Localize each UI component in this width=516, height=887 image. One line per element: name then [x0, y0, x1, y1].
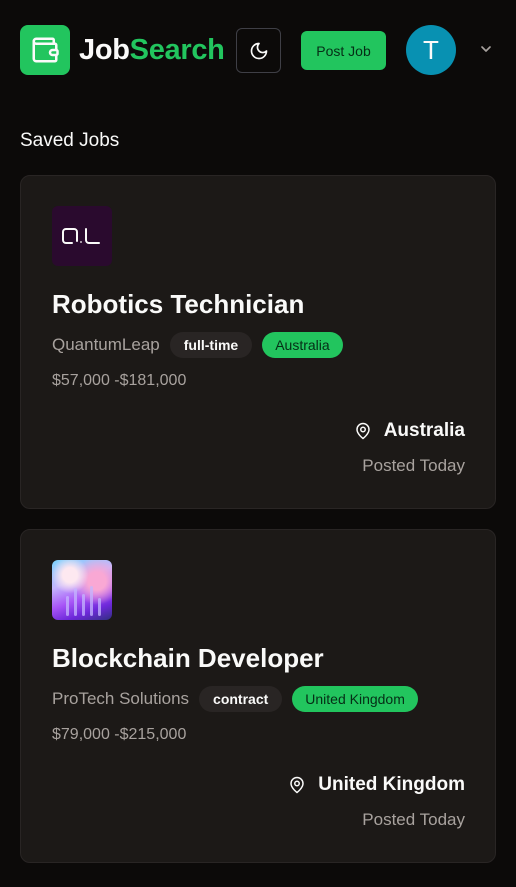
salary-range: $57,000 -$181,000 [52, 372, 187, 389]
posted-date: Posted Today [362, 456, 465, 475]
location-text: United Kingdom [318, 774, 465, 795]
page-title: Saved Jobs [20, 130, 120, 151]
brand-name-part2: Search [129, 34, 225, 66]
job-title[interactable]: Blockchain Developer [52, 643, 324, 674]
location-badge: Australia [262, 332, 343, 358]
posted-date: Posted Today [362, 810, 465, 829]
theme-toggle-button[interactable] [236, 28, 281, 73]
top-header: JobSearch Post Job T [0, 0, 516, 100]
brand-name-part1: Job [79, 34, 130, 66]
map-pin-icon [290, 776, 305, 794]
job-meta: ProTech Solutions contract United Kingdo… [52, 686, 418, 712]
location-text: Australia [383, 420, 465, 441]
wallet-logo-icon[interactable] [20, 25, 70, 75]
brand-name[interactable]: JobSearch [79, 32, 225, 68]
job-card[interactable]: Robotics Technician QuantumLeap full-tim… [20, 175, 496, 509]
job-location: Australia [354, 418, 465, 444]
location-badge: United Kingdom [292, 686, 418, 712]
moon-icon [250, 42, 267, 59]
job-meta: QuantumLeap full-time Australia [52, 332, 343, 358]
avatar[interactable]: T [406, 25, 456, 75]
protech-solutions-logo-icon [52, 560, 112, 620]
job-type-badge: full-time [169, 332, 253, 358]
map-pin-icon [355, 422, 370, 440]
company-name: ProTech Solutions [52, 689, 190, 708]
job-card[interactable]: Blockchain Developer ProTech Solutions c… [20, 529, 496, 863]
salary-range: $79,000 -$215,000 [52, 726, 187, 743]
job-location: United Kingdom [288, 772, 465, 798]
post-job-button[interactable]: Post Job [301, 31, 386, 70]
quantumleap-logo-icon [52, 206, 112, 266]
company-name: QuantumLeap [52, 335, 160, 354]
chevron-down-icon[interactable] [478, 41, 494, 57]
job-type-badge: contract [199, 686, 283, 712]
job-title[interactable]: Robotics Technician [52, 289, 304, 320]
